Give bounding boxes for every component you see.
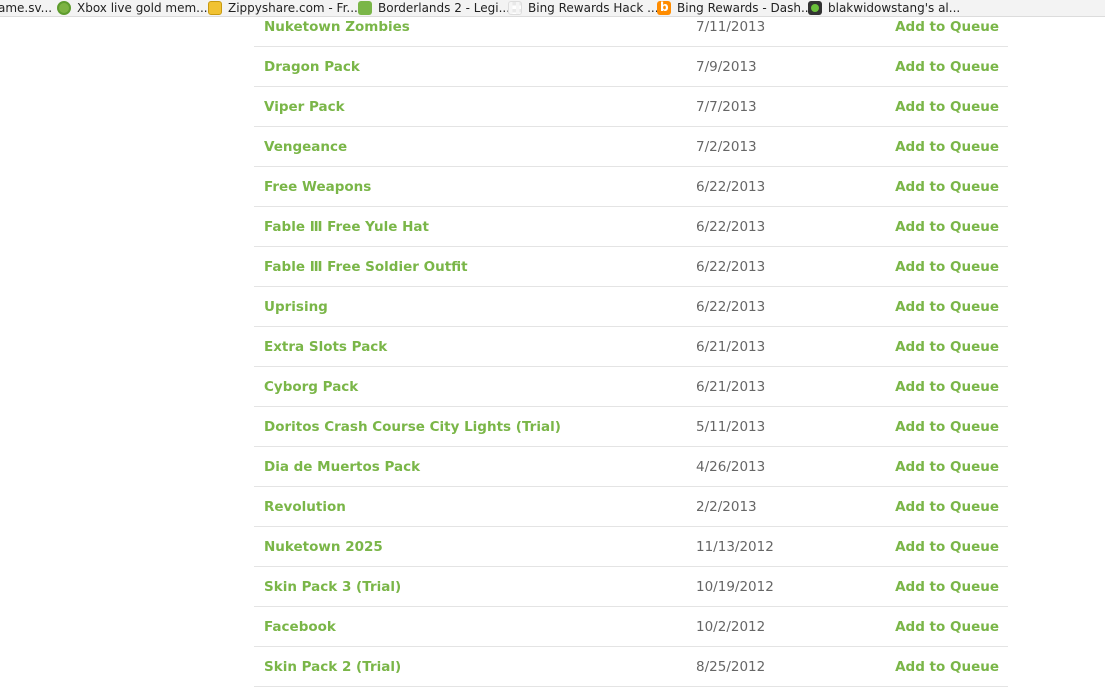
item-date: 5/11/2013 (696, 419, 766, 435)
list-item: Revolution 2/2/2013 Add to Queue (254, 487, 1008, 527)
list-item: Skin Pack 3 (Trial) 10/19/2012 Add to Qu… (254, 567, 1008, 607)
item-title-link[interactable]: Doritos Crash Course City Lights (Trial) (264, 419, 561, 435)
add-to-queue-button[interactable]: Add to Queue (895, 179, 999, 195)
list-item: Nuketown Zombies 7/11/2013 Add to Queue (254, 7, 1008, 47)
add-to-queue-button[interactable]: Add to Queue (895, 539, 999, 555)
list-item: Cyborg Pack 6/21/2013 Add to Queue (254, 367, 1008, 407)
item-title-link[interactable]: Dragon Pack (264, 59, 360, 75)
list-item: Fable Ⅲ Free Yule Hat 6/22/2013 Add to Q… (254, 207, 1008, 247)
add-to-queue-button[interactable]: Add to Queue (895, 579, 999, 595)
item-title-link[interactable]: Uprising (264, 299, 328, 315)
add-to-queue-button[interactable]: Add to Queue (895, 259, 999, 275)
item-title-link[interactable]: Cyborg Pack (264, 379, 358, 395)
item-title-link[interactable]: Dia de Muertos Pack (264, 459, 420, 475)
item-date: 6/22/2013 (696, 179, 766, 195)
add-to-queue-button[interactable]: Add to Queue (895, 619, 999, 635)
list-item: Facebook 10/2/2012 Add to Queue (254, 607, 1008, 647)
add-to-queue-button[interactable]: Add to Queue (895, 19, 999, 35)
list-item: Vengeance 7/2/2013 Add to Queue (254, 127, 1008, 167)
item-date: 7/9/2013 (696, 59, 757, 75)
item-title-link[interactable]: Free Weapons (264, 179, 371, 195)
list-item: Dia de Muertos Pack 4/26/2013 Add to Que… (254, 447, 1008, 487)
item-date: 7/11/2013 (696, 19, 766, 35)
item-date: 6/21/2013 (696, 339, 766, 355)
item-title-link[interactable]: Fable Ⅲ Free Soldier Outfit (264, 259, 468, 275)
xbox-icon (57, 1, 71, 15)
item-date: 7/7/2013 (696, 99, 757, 115)
item-date: 8/25/2012 (696, 659, 766, 675)
bookmark-item[interactable]: ame.sv... (0, 0, 52, 16)
item-date: 4/26/2013 (696, 459, 766, 475)
list-item: Nuketown 2025 11/13/2012 Add to Queue (254, 527, 1008, 567)
bookmark-item[interactable]: Xbox live gold mem... (57, 0, 208, 16)
item-title-link[interactable]: Skin Pack 2 (Trial) (264, 659, 401, 675)
add-to-queue-button[interactable]: Add to Queue (895, 59, 999, 75)
list-item: Uprising 6/22/2013 Add to Queue (254, 287, 1008, 327)
item-title-link[interactable]: Viper Pack (264, 99, 345, 115)
item-title-link[interactable]: Facebook (264, 619, 336, 635)
add-to-queue-button[interactable]: Add to Queue (895, 499, 999, 515)
list-item: Dragon Pack 7/9/2013 Add to Queue (254, 47, 1008, 87)
add-to-queue-button[interactable]: Add to Queue (895, 379, 999, 395)
list-item: Viper Pack 7/7/2013 Add to Queue (254, 87, 1008, 127)
item-title-link[interactable]: Fable Ⅲ Free Yule Hat (264, 219, 429, 235)
add-to-queue-button[interactable]: Add to Queue (895, 459, 999, 475)
list-item: Doritos Crash Course City Lights (Trial)… (254, 407, 1008, 447)
item-date: 6/21/2013 (696, 379, 766, 395)
bookmark-label: ame.sv... (0, 1, 53, 15)
item-title-link[interactable]: Skin Pack 3 (Trial) (264, 579, 401, 595)
list-item: Free Weapons 6/22/2013 Add to Queue (254, 167, 1008, 207)
zippyshare-icon (208, 1, 222, 15)
add-to-queue-button[interactable]: Add to Queue (895, 219, 999, 235)
item-date: 2/2/2013 (696, 499, 757, 515)
item-date: 11/13/2012 (696, 539, 774, 555)
add-to-queue-button[interactable]: Add to Queue (895, 299, 999, 315)
item-date: 6/22/2013 (696, 299, 766, 315)
item-date: 7/2/2013 (696, 139, 757, 155)
add-to-queue-button[interactable]: Add to Queue (895, 339, 999, 355)
bookmark-label: Xbox live gold mem... (77, 1, 208, 15)
content-list: Nuketown Zombies 7/11/2013 Add to Queue … (254, 7, 1008, 687)
item-date: 6/22/2013 (696, 259, 766, 275)
item-title-link[interactable]: Revolution (264, 499, 346, 515)
list-item: Extra Slots Pack 6/21/2013 Add to Queue (254, 327, 1008, 367)
add-to-queue-button[interactable]: Add to Queue (895, 419, 999, 435)
list-item: Fable Ⅲ Free Soldier Outfit 6/22/2013 Ad… (254, 247, 1008, 287)
item-title-link[interactable]: Vengeance (264, 139, 347, 155)
list-item: Skin Pack 2 (Trial) 8/25/2012 Add to Que… (254, 647, 1008, 687)
add-to-queue-button[interactable]: Add to Queue (895, 99, 999, 115)
item-date: 6/22/2013 (696, 219, 766, 235)
add-to-queue-button[interactable]: Add to Queue (895, 139, 999, 155)
item-title-link[interactable]: Nuketown 2025 (264, 539, 383, 555)
item-title-link[interactable]: Nuketown Zombies (264, 19, 410, 35)
item-title-link[interactable]: Extra Slots Pack (264, 339, 387, 355)
item-date: 10/19/2012 (696, 579, 774, 595)
item-date: 10/2/2012 (696, 619, 766, 635)
add-to-queue-button[interactable]: Add to Queue (895, 659, 999, 675)
